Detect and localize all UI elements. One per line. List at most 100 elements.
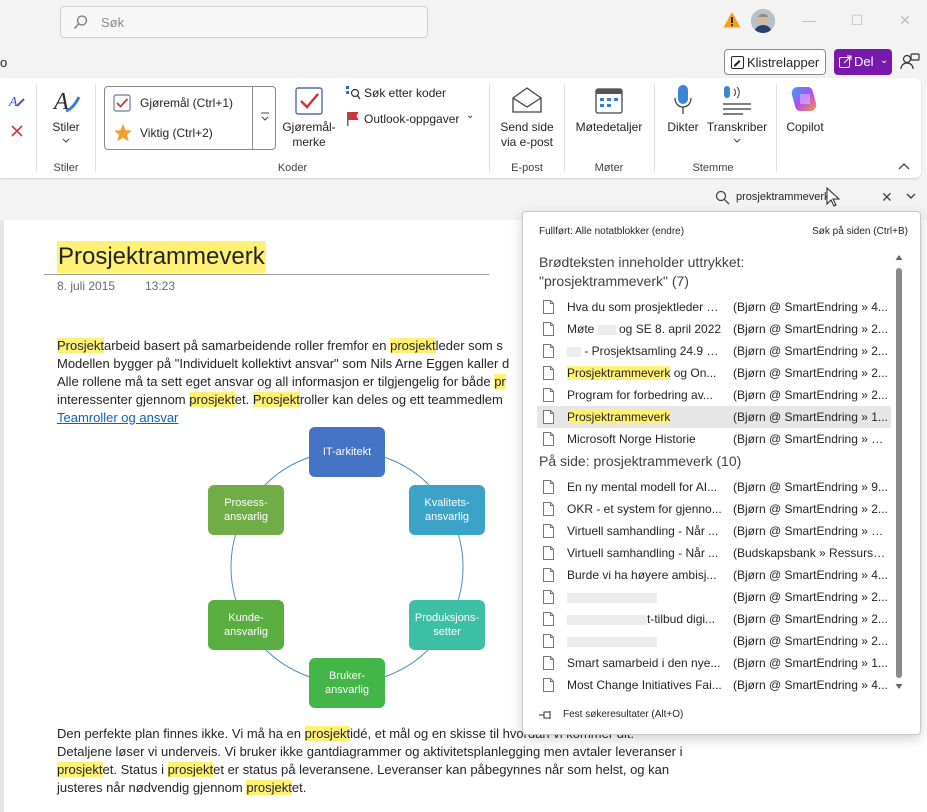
search-result-item[interactable]: Hva du som prosjektleder bør vite (Bjørn …: [537, 296, 891, 318]
transcribe-button[interactable]: Transkriber: [704, 120, 770, 135]
close-button[interactable]: ✕: [897, 12, 913, 28]
chevron-down-icon[interactable]: [905, 190, 917, 202]
search-scope-link[interactable]: Fullført: Alle notatblokker (endre): [539, 226, 684, 237]
search-result-item[interactable]: En ny mental modell for AI... (Bjørn @ Sm…: [537, 476, 891, 498]
search-result-item[interactable]: (Bjørn @ SmartEndring » 2...: [537, 586, 891, 608]
roles-diagram[interactable]: IT-arkitekt Kvalitets-ansvarlig Produksj…: [200, 420, 500, 720]
paragraph[interactable]: interessenter gjennom prosjektet. Prosje…: [57, 391, 503, 409]
meeting-details-button[interactable]: Møtedetaljer: [570, 120, 648, 135]
find-tags-button[interactable]: Søk etter koder: [345, 84, 480, 104]
role-node[interactable]: Kvalitets-ansvarlig: [409, 485, 485, 535]
divider: [95, 84, 96, 172]
format-painter-icon[interactable]: A: [8, 92, 26, 110]
clear-search-icon[interactable]: ✕: [881, 189, 893, 206]
highlight: prosjekt: [57, 762, 103, 777]
search-on-page-link[interactable]: Søk på siden (Ctrl+B): [812, 226, 908, 237]
page-time: 13:23: [145, 279, 176, 293]
result-location: (Bjørn @ SmartEndring » 1...: [733, 656, 888, 670]
paragraph[interactable]: Alle rollene må ta sett eget ansvar og a…: [57, 373, 506, 391]
avatar[interactable]: [751, 9, 775, 33]
sticky-notes-button[interactable]: Klistrelapper: [724, 49, 826, 75]
outlook-tasks-button[interactable]: Outlook-oppgaver ⌄: [345, 110, 480, 130]
search-result-item[interactable]: - Prosjektsamling 24.9 2... (Bjørn @ Smar…: [537, 340, 891, 362]
search-result-item[interactable]: OKR - et system for gjenno... (Bjørn @ Sm…: [537, 498, 891, 520]
email-group-label: E-post: [511, 162, 543, 174]
text: et.: [291, 780, 307, 795]
page-results-heading: På side: prosjektrammeverk (10): [539, 453, 742, 469]
redacted-text: [567, 592, 657, 603]
search-result-item[interactable]: Møte og SE 8. april 2022 (Bjørn @ SmartEn…: [537, 318, 891, 340]
minimize-button[interactable]: —: [801, 12, 817, 28]
result-page-name: Burde vi ha høyere ambisj...: [567, 568, 722, 582]
scroll-up-icon[interactable]: [895, 254, 903, 262]
clear-formatting-icon[interactable]: [10, 124, 24, 138]
maximize-button[interactable]: ☐: [849, 12, 865, 28]
search-result-item[interactable]: Virtuell samhandling - Når ... (Bjørn @ S…: [537, 520, 891, 542]
result-name-part: og On...: [670, 366, 717, 380]
role-node[interactable]: IT-arkitekt: [309, 427, 385, 477]
result-name-part: Virtuell samhandling - Når ...: [567, 524, 719, 538]
search-result-item[interactable]: Smart samarbeid i den nye... (Bjørn @ Sma…: [537, 652, 891, 674]
email-page-button[interactable]: Send side via e-post: [496, 120, 558, 150]
page-title[interactable]: Prosjektrammeverk: [57, 241, 266, 273]
result-page-name: Hva du som prosjektleder bør vite: [567, 300, 722, 314]
page-search-field[interactable]: prosjektrammeverk ✕: [706, 186, 921, 210]
team-roles-link[interactable]: Teamroller og ansvar: [57, 410, 178, 425]
styles-button[interactable]: Stiler: [44, 120, 88, 135]
body-heading-line2: "prosjektrammeverk" (7): [539, 273, 689, 289]
search-result-item[interactable]: Program for forbedring av... (Bjørn @ Sma…: [537, 384, 891, 406]
text: interessenter gjennom: [57, 392, 190, 407]
divider: [654, 84, 655, 172]
todo-tag-label-line1: Gjøremål-: [282, 120, 336, 134]
people-icon[interactable]: [900, 52, 920, 72]
role-node[interactable]: Bruker-ansvarlig: [309, 658, 385, 708]
chevron-down-icon: [62, 138, 70, 143]
result-page-name: Program for forbedring av...: [567, 388, 722, 402]
search-result-item[interactable]: Microsoft Norge Historie (Bjørn @ SmartEn…: [537, 428, 891, 450]
copilot-button[interactable]: Copilot: [780, 120, 830, 135]
result-location: (Bjørn @ SmartEndring » 2...: [733, 612, 888, 626]
search-result-item[interactable]: Virtuell samhandling - Når ... (Budskapsb…: [537, 542, 891, 564]
tag-important[interactable]: Viktig (Ctrl+2): [111, 121, 251, 145]
result-page-name: Møte og SE 8. april 2022: [567, 322, 722, 336]
dictate-button[interactable]: Dikter: [660, 120, 706, 135]
search-result-item[interactable]: Burde vi ha høyere ambisj... (Bjørn @ Sma…: [537, 564, 891, 586]
search-results-panel: Fullført: Alle notatblokker (endre) Søk …: [522, 211, 921, 735]
paragraph[interactable]: Modellen bygger på "Individuelt kollekti…: [57, 355, 509, 373]
paragraph[interactable]: Prosjektarbeid basert på samarbeidende r…: [57, 337, 503, 355]
tags-more-button[interactable]: [252, 87, 276, 149]
ribbon: A A Stiler Stiler Gjøremål (Ctrl+1) Vikt…: [0, 78, 921, 178]
paragraph[interactable]: justeres når nødvendig gjennom prosjekte…: [57, 779, 306, 797]
scroll-down-icon[interactable]: [895, 682, 903, 690]
scrollbar-thumb[interactable]: [896, 268, 902, 678]
result-page-name: Virtuell samhandling - Når ...: [567, 546, 722, 560]
menu-fragment[interactable]: o: [0, 55, 7, 70]
action-bar: o Klistrelapper Del ⌄: [0, 46, 927, 78]
search-result-item[interactable]: Prosjektrammeverk og On... (Bjørn @ Smart…: [537, 362, 891, 384]
flag-icon: [347, 112, 359, 126]
result-page-name: OKR - et system for gjenno...: [567, 502, 722, 516]
paragraph[interactable]: Detaljene løser vi underveis. Vi bruker …: [57, 743, 683, 761]
role-node[interactable]: Kunde-ansvarlig: [208, 600, 284, 650]
chevron-down-icon: [261, 112, 269, 121]
paragraph[interactable]: prosjektet. Status i prosjektet er statu…: [57, 761, 669, 779]
collapse-ribbon-icon[interactable]: [896, 160, 912, 172]
search-result-item[interactable]: t-tilbud digi... (Bjørn @ SmartEndring » …: [537, 608, 891, 630]
search-result-item[interactable]: Most Change Initiatives Fai... (Bjørn @ S…: [537, 674, 891, 696]
role-node[interactable]: Produksjons-setter: [409, 600, 485, 650]
outlook-tasks-label: Outlook-oppgaver: [364, 112, 460, 126]
search-result-item[interactable]: Prosjektrammeverk (Bjørn @ SmartEndring »…: [537, 406, 891, 428]
search-query: prosjektrammeverk: [736, 191, 830, 203]
result-location: (Bjørn @ SmartEndring » 2...: [733, 502, 888, 516]
title-bar: Søk — ☐ ✕: [0, 0, 927, 46]
search-result-item[interactable]: (Bjørn @ SmartEndring » 2...: [537, 630, 891, 652]
redacted-text: [567, 346, 581, 357]
warning-icon[interactable]: [723, 11, 741, 29]
role-node[interactable]: Prosess-ansvarlig: [208, 485, 284, 535]
transcribe-icon: [723, 86, 751, 115]
tag-todo[interactable]: Gjøremål (Ctrl+1): [111, 91, 251, 115]
todo-tag-button[interactable]: Gjøremål- merke: [279, 120, 339, 150]
results-scrollbar[interactable]: [894, 254, 904, 694]
global-search-box[interactable]: Søk: [60, 6, 428, 38]
share-button[interactable]: Del ⌄: [834, 49, 892, 75]
